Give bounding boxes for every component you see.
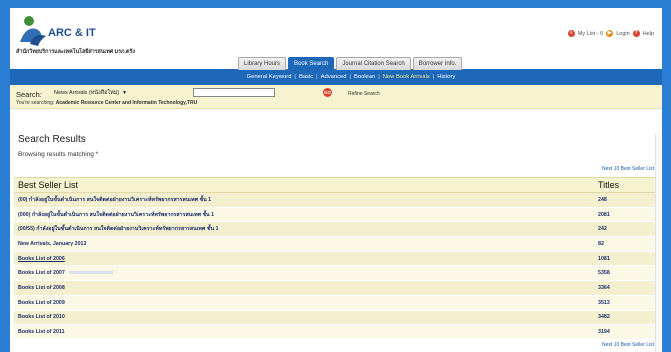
- logo-subtitle: สำนักวิทยบริการและเทคโนโลยีสารสนเทศ มรภ.…: [16, 49, 135, 55]
- list-name-link[interactable]: Books List of 2006: [18, 256, 65, 262]
- login-icon: ▶: [606, 30, 614, 37]
- table-row[interactable]: Books List of 2007 5358: [14, 265, 658, 282]
- list-name[interactable]: (000) กำลังอยู่ในขั้นดำเนินการ สนใจติดต่…: [14, 207, 594, 223]
- table-row[interactable]: (00) กำลังอยู่ในขั้นดำเนินการ สนใจติดต่อ…: [14, 192, 658, 208]
- list-name-cell: Books List of 2007: [14, 265, 594, 282]
- help-link[interactable]: Help: [643, 31, 654, 37]
- searching-value: Academic Resource Center and Informatin …: [55, 100, 198, 106]
- go-button[interactable]: GO: [323, 88, 332, 97]
- search-input[interactable]: [193, 88, 275, 97]
- header: ARC & IT สำนักวิทยบริการและเทคโนโลยีสารส…: [10, 8, 662, 70]
- nav-separator: |: [294, 74, 296, 80]
- search-label: Search:: [16, 90, 42, 99]
- my-list-link[interactable]: My List - 0: [578, 31, 603, 37]
- table-row[interactable]: Books List of 2009 3513: [14, 295, 658, 311]
- searching-scope: You're searching: Academic Resource Cent…: [16, 100, 197, 106]
- title-count: 2081: [594, 207, 658, 223]
- table-row[interactable]: Books List of 2008 3364: [14, 280, 658, 296]
- tab-journal-citation-search[interactable]: Journal Citation Search: [336, 57, 411, 70]
- title-count: 242: [594, 221, 658, 238]
- link-highlight: [68, 271, 113, 275]
- table-row[interactable]: (000) กำลังอยู่ในขั้นดำเนินการ สนใจติดต่…: [14, 207, 658, 223]
- column-header-list: Best Seller List: [14, 177, 594, 193]
- list-name[interactable]: (00/55) กำลังอยู่ในขั้นดำเนินการ สนใจติด…: [14, 221, 594, 238]
- top-links: ≡ My List - 0 ▶ Login ? Help: [567, 30, 654, 37]
- nav-separator: |: [349, 74, 351, 80]
- search-bar: Search: News Arrivals (หนังสือใหม่) ▼ GO …: [10, 85, 662, 109]
- nav-advanced[interactable]: Advanced: [321, 74, 347, 80]
- my-list-icon: ≡: [567, 30, 575, 37]
- searching-prefix: You're searching:: [16, 100, 55, 106]
- title-count: 3482: [594, 310, 658, 326]
- logo-text: ARC & IT: [48, 27, 96, 39]
- list-name[interactable]: (00) กำลังอยู่ในขั้นดำเนินการ สนใจติดต่อ…: [14, 192, 594, 208]
- list-name[interactable]: Books List of 2009: [14, 295, 594, 311]
- best-seller-table: Best Seller List Titles (00) กำลังอยู่ใน…: [14, 177, 658, 340]
- column-header-titles: Titles: [594, 177, 658, 193]
- table-row[interactable]: New Arrivals, January 2013 82: [14, 236, 658, 252]
- tab-bar: Library Hours Book Search Journal Citati…: [238, 57, 463, 70]
- table-row[interactable]: Books List of 2011 3194: [14, 324, 658, 340]
- table-header-row: Best Seller List Titles: [14, 177, 658, 193]
- title-count: 3364: [594, 280, 658, 296]
- browser-page: ARC & IT สำนักวิทยบริการและเทคโนโลยีสารส…: [10, 8, 662, 352]
- title-count: 5358: [594, 265, 658, 282]
- title-count: 3513: [594, 295, 658, 311]
- nav-boolean[interactable]: Boolean: [354, 74, 375, 80]
- list-name[interactable]: Books List of 2008: [14, 280, 594, 296]
- search-type-select[interactable]: News Arrivals (หนังสือใหม่) ▼: [54, 89, 144, 98]
- title-count: 3194: [594, 324, 658, 340]
- login-link[interactable]: Login: [616, 31, 629, 37]
- table-row[interactable]: Books List of 2006 1081: [14, 251, 658, 267]
- nav-general-keyword[interactable]: General Keyword: [247, 74, 292, 80]
- browsing-text: Browsing results matching *: [18, 151, 99, 158]
- title-count: 1081: [594, 251, 658, 267]
- tab-borrower-info[interactable]: Borrower Info.: [412, 57, 463, 70]
- list-name-cell: Books List of 2006: [14, 251, 594, 267]
- nav-separator: |: [378, 74, 380, 80]
- help-icon: ?: [632, 30, 640, 37]
- title-count: 248: [594, 192, 658, 208]
- title-count: 82: [594, 236, 658, 252]
- results-title: Search Results: [18, 134, 86, 145]
- search-type-value: News Arrivals (หนังสือใหม่): [54, 90, 120, 96]
- list-name[interactable]: New Arrivals, January 2013: [14, 236, 594, 252]
- nav-separator: |: [316, 74, 318, 80]
- nav-new-book-arrivals[interactable]: New Book Arrivals: [383, 74, 430, 80]
- nav-basic[interactable]: Basic: [299, 74, 313, 80]
- list-name[interactable]: Books List of 2011: [14, 324, 594, 340]
- next-10-link-bottom[interactable]: Next 10 Best Seller List: [602, 342, 654, 348]
- list-name[interactable]: Books List of 2007: [18, 270, 65, 276]
- list-name[interactable]: Books List of 2010: [14, 310, 594, 326]
- nav-separator: |: [432, 74, 435, 80]
- tab-book-search[interactable]: Book Search: [288, 57, 335, 70]
- next-10-link-top[interactable]: Next 10 Best Seller List: [602, 166, 654, 172]
- nav-history[interactable]: History: [437, 74, 455, 80]
- table-row[interactable]: (00/55) กำลังอยู่ในขั้นดำเนินการ สนใจติด…: [14, 221, 658, 238]
- table-row[interactable]: Books List of 2010 3482: [14, 310, 658, 326]
- refine-search-link[interactable]: Refine Search: [348, 91, 380, 97]
- chevron-down-icon: ▼: [122, 90, 128, 96]
- arcit-logo: ARC & IT: [20, 16, 96, 46]
- tab-library-hours[interactable]: Library Hours: [238, 57, 287, 70]
- scrollbar[interactable]: [655, 134, 662, 352]
- search-type-nav: General Keyword | Basic | Advanced | Boo…: [10, 69, 662, 85]
